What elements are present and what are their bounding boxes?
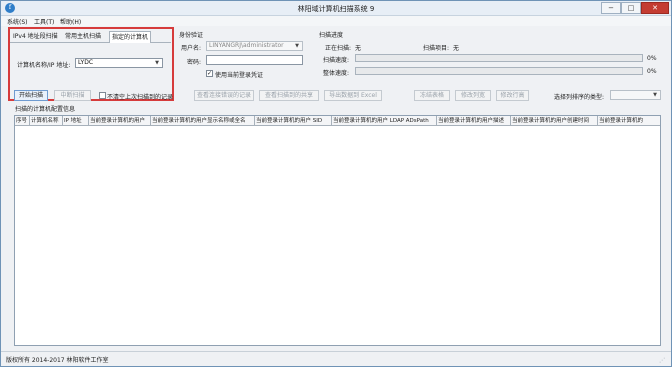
column-header-more[interactable]: 当前登录计算机的	[598, 116, 660, 125]
no-clear-label: 不清空上次扫描到的记录	[107, 94, 174, 101]
sort-type-label: 选择列排序的类型:	[554, 94, 605, 101]
window-title: 林阳域计算机扫描系统 9	[297, 5, 375, 13]
overall-speed-progressbar	[355, 67, 643, 75]
username-combobox[interactable]: LINYANGRJ\administrator ▼	[206, 41, 303, 51]
freeze-table-button[interactable]: 冻结表格	[414, 90, 450, 101]
results-table[interactable]: 序号 计算机名称 IP 地址 当前登录计算机的用户 当前登录计算机的用户显示名称…	[14, 115, 661, 346]
column-header-logged-user[interactable]: 当前登录计算机的用户	[89, 116, 151, 125]
use-current-credentials-checkbox[interactable]: ✓	[206, 70, 213, 77]
scanning-label: 正在扫描:	[325, 45, 352, 52]
status-bar: 版权所有 2014-2017 林阳软件工作室 ⋰	[1, 351, 671, 366]
start-scan-button[interactable]: 开始扫描	[14, 90, 48, 101]
column-header-user-created-time[interactable]: 当前登录计算机的用户创建时间	[511, 116, 598, 125]
view-shares-button[interactable]: 查看扫描到的共享	[259, 90, 319, 101]
scan-speed-percent: 0%	[647, 55, 657, 62]
sort-type-select[interactable]: ▼	[610, 90, 661, 100]
minimize-button[interactable]: −	[601, 2, 621, 14]
password-label: 密码:	[187, 59, 202, 66]
overall-speed-percent: 0%	[647, 68, 657, 75]
column-header-computer-name[interactable]: 计算机名称	[30, 116, 63, 125]
column-header-ldap-adspath[interactable]: 当前登录计算机的用户 LDAP ADsPath	[332, 116, 437, 125]
maximize-button[interactable]: □	[621, 2, 641, 14]
scan-item-label: 扫描项目:	[423, 45, 450, 52]
username-label: 用户名:	[181, 45, 202, 52]
scan-item-value: 无	[453, 45, 460, 52]
column-header-index[interactable]: 序号	[15, 116, 30, 125]
results-table-header: 序号 计算机名称 IP 地址 当前登录计算机的用户 当前登录计算机的用户显示名称…	[15, 116, 660, 126]
menu-tools[interactable]: 工具(T)	[34, 17, 54, 26]
menu-bar: 系统(S) 工具(T) 帮助(H)	[1, 16, 671, 26]
menu-system[interactable]: 系统(S)	[7, 17, 28, 26]
username-value: LINYANGRJ\administrator	[209, 42, 284, 49]
column-header-user-display-name[interactable]: 当前登录计算机的用户显示名称或全名	[151, 116, 255, 125]
export-excel-button[interactable]: 导出数据到 Excel	[324, 90, 382, 101]
column-header-user-description[interactable]: 当前登录计算机的用户描述	[437, 116, 511, 125]
title-bar[interactable]: f 林阳域计算机扫描系统 9 − □ ✕	[1, 1, 671, 16]
password-field[interactable]	[206, 55, 303, 65]
results-section-title: 扫描的计算机配置信息	[15, 106, 76, 113]
app-window: f 林阳域计算机扫描系统 9 − □ ✕ 系统(S) 工具(T) 帮助(H) I…	[0, 0, 672, 367]
column-header-ip-address[interactable]: IP 地址	[63, 116, 89, 125]
resize-grip-icon[interactable]: ⋰	[659, 357, 667, 365]
modify-column-width-button[interactable]: 修改列宽	[455, 90, 491, 101]
no-clear-checkbox[interactable]	[99, 92, 106, 99]
use-current-credentials-label: 使用当前登录凭证	[215, 72, 264, 79]
overall-speed-label: 整体速度:	[323, 70, 350, 77]
chevron-down-icon[interactable]: ▼	[651, 91, 659, 99]
close-button[interactable]: ✕	[641, 2, 669, 14]
scanning-value: 无	[355, 45, 362, 52]
chevron-down-icon[interactable]: ▼	[293, 42, 301, 50]
scan-speed-label: 扫描速度:	[323, 57, 350, 64]
view-error-records-button[interactable]: 查看连接错误的记录	[194, 90, 254, 101]
menu-help[interactable]: 帮助(H)	[60, 17, 81, 26]
column-header-user-sid[interactable]: 当前登录计算机的用户 SID	[255, 116, 332, 125]
scan-speed-progressbar	[355, 54, 643, 62]
copyright-text: 版权所有 2014-2017 林阳软件工作室	[6, 357, 109, 364]
stop-scan-button[interactable]: 中断扫描	[54, 90, 91, 101]
progress-section-title: 扫描进度	[319, 32, 344, 39]
modify-row-height-button[interactable]: 修改行高	[496, 90, 529, 101]
auth-section-title: 身份验证	[179, 32, 204, 39]
